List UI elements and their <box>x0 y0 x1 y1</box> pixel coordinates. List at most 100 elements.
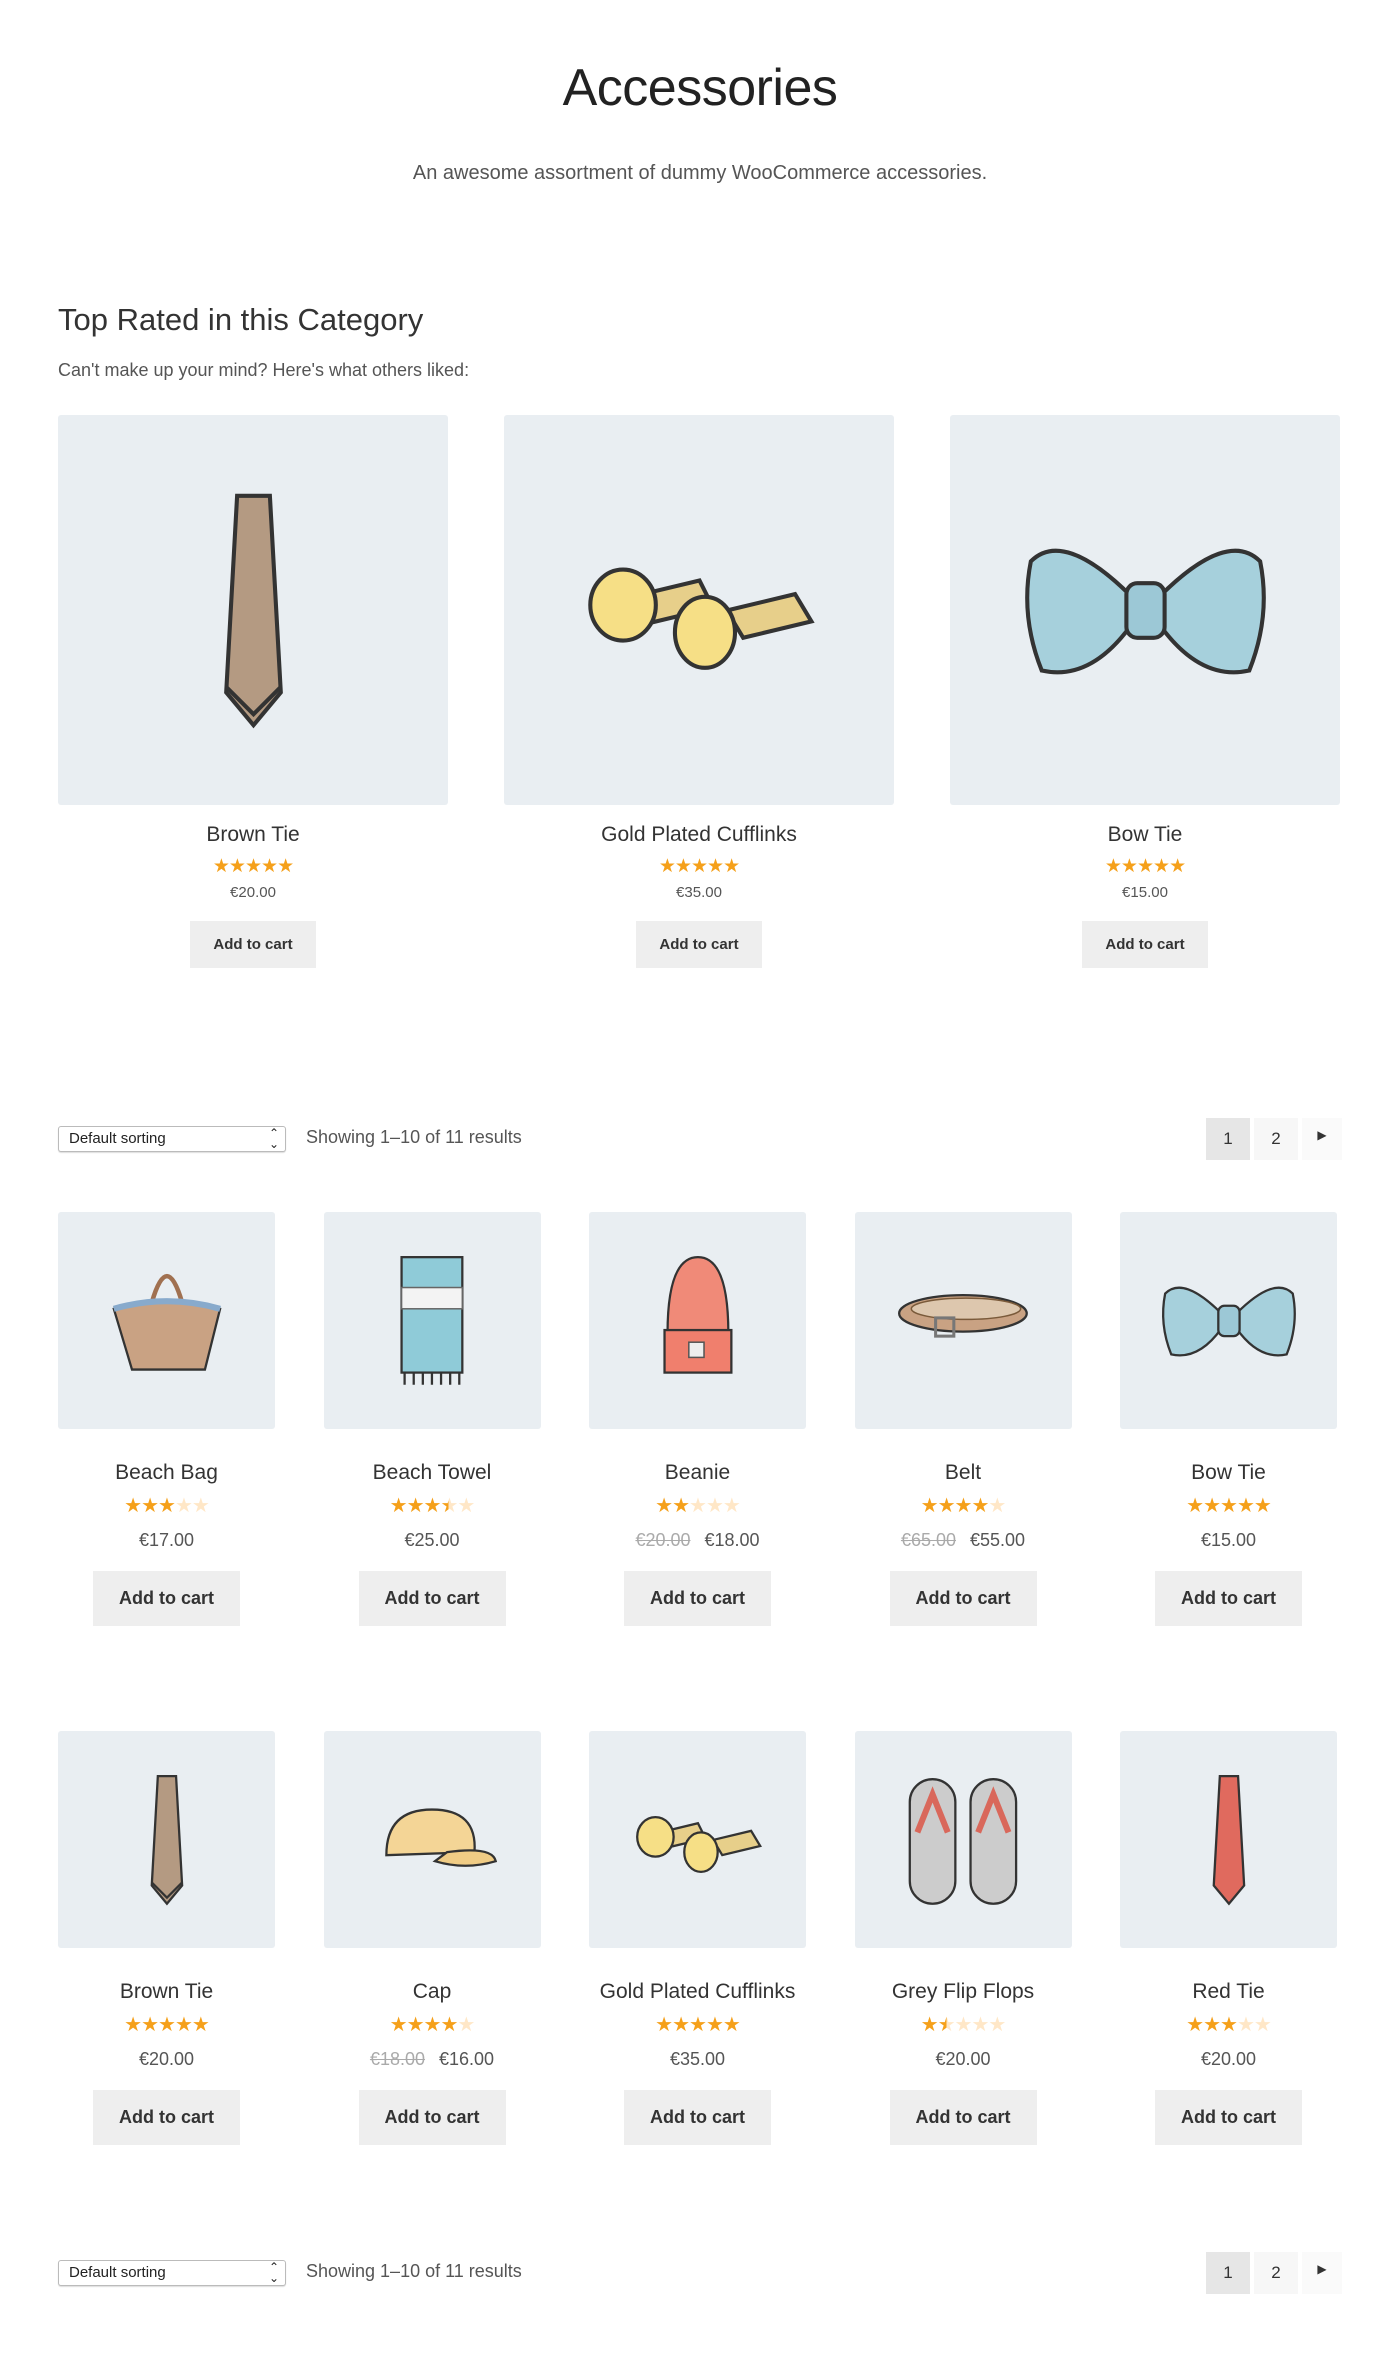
star-icon: ★ <box>124 2014 142 2036</box>
star-icon: ★ <box>655 2014 673 2036</box>
star-icon: ★ <box>423 1495 442 1517</box>
add-to-cart-button[interactable]: Add to cart <box>1082 921 1208 968</box>
star-icon: ★ <box>971 1495 989 1517</box>
product-image[interactable] <box>58 415 448 805</box>
product-image[interactable] <box>58 1212 275 1429</box>
star-icon: ★ <box>988 1495 1006 1517</box>
star-icon: ★ <box>440 1495 458 1517</box>
product-image[interactable] <box>504 415 894 805</box>
add-to-cart-button[interactable]: Add to cart <box>190 921 316 968</box>
caret-right-icon[interactable]: ▶ <box>1302 2252 1342 2294</box>
product-name[interactable]: Brown Tie <box>58 823 448 847</box>
star-icon: ★ <box>440 2014 458 2036</box>
star-icon: ★ <box>690 856 708 877</box>
product-name[interactable]: Bow Tie <box>950 823 1340 847</box>
product-image[interactable] <box>58 1731 275 1948</box>
product-image[interactable] <box>1120 1731 1337 1948</box>
star-icon: ★ <box>937 2014 956 2036</box>
star-rating: ★ ★ ★ ★ ★ <box>213 855 294 878</box>
star-rating: ★ ★ ★ ★ ★ <box>390 1493 476 1518</box>
product-price: €20.00 <box>58 2049 275 2070</box>
product-image[interactable] <box>854 1212 1072 1429</box>
star-icon: ★ <box>141 2014 159 2036</box>
star-rating: ★ ★ ★ ★ ★ <box>1105 855 1186 878</box>
star-icon: ★ <box>658 856 676 877</box>
star-icon: ★ <box>1120 856 1138 877</box>
product-name[interactable]: Cap <box>324 1980 541 2004</box>
add-to-cart-button[interactable]: Add to cart <box>624 2090 771 2145</box>
add-to-cart-button[interactable]: Add to cart <box>1155 1571 1302 1626</box>
add-to-cart-button[interactable]: Add to cart <box>358 1571 506 1626</box>
add-to-cart-button[interactable]: Add to cart <box>93 1571 240 1626</box>
page-2[interactable]: 2 <box>1254 1118 1298 1160</box>
product-name[interactable]: Belt <box>855 1461 1072 1485</box>
product-card: Gold Plated Cufflinks ★ ★ ★ ★ ★ €35.00 Add t… <box>589 1731 806 2145</box>
star-icon: ★ <box>158 1495 176 1517</box>
product-card: Gold Plated Cufflinks ★ ★ ★ ★ ★ €35.00 Add t… <box>504 415 894 968</box>
star-rating: ★ ★ ★ ★ ★ <box>1186 2012 1272 2037</box>
star-icon: ★ <box>705 2014 724 2036</box>
sale-price: €55.00 <box>970 1530 1026 1550</box>
product-name[interactable]: Red Tie <box>1120 1980 1337 2004</box>
star-icon: ★ <box>988 2014 1006 2036</box>
sale-price: €16.00 <box>439 2049 495 2069</box>
star-icon: ★ <box>920 1495 939 1517</box>
star-rating: ★ ★ ★ ★ ★ <box>920 1493 1007 1518</box>
star-icon: ★ <box>937 1495 956 1517</box>
star-icon: ★ <box>191 1495 210 1517</box>
product-name[interactable]: Gold Plated Cufflinks <box>589 1980 806 2004</box>
add-to-cart-button[interactable]: Add to cart <box>636 921 762 968</box>
product-name[interactable]: Beach Towel <box>324 1461 541 1485</box>
product-image[interactable] <box>1120 1212 1337 1429</box>
cufflinks-image <box>563 474 836 747</box>
product-card: Cap ★ ★ ★ ★ ★ €18.00 €16.00 Add to cart <box>323 1731 541 2145</box>
red-tie-image <box>1153 1764 1305 1916</box>
product-name[interactable]: Gold Plated Cufflinks <box>504 823 894 847</box>
pagination-bottom: 1 2 ▶ <box>1206 2252 1342 2294</box>
beanie-image <box>622 1245 774 1397</box>
bow-tie-image <box>1153 1245 1305 1397</box>
product-name[interactable]: Bow Tie <box>1120 1461 1337 1485</box>
add-to-cart-button[interactable]: Add to cart <box>358 2090 506 2145</box>
product-image[interactable] <box>589 1731 806 1948</box>
star-icon: ★ <box>261 856 278 877</box>
add-to-cart-button[interactable]: Add to cart <box>624 1571 771 1626</box>
add-to-cart-button[interactable]: Add to cart <box>889 1571 1037 1626</box>
sale-price: €17.00 <box>138 1530 195 1550</box>
caret-right-icon[interactable]: ▶ <box>1302 1118 1342 1160</box>
product-price: €18.00 €16.00 <box>324 2049 541 2070</box>
star-icon: ★ <box>672 2014 690 2036</box>
product-name[interactable]: Beanie <box>589 1461 806 1485</box>
cufflinks-image <box>622 1764 774 1916</box>
page-1[interactable]: 1 <box>1206 2252 1250 2294</box>
page-1[interactable]: 1 <box>1206 1118 1250 1160</box>
belt-image <box>887 1245 1039 1397</box>
product-price: €15.00 <box>1120 1530 1337 1551</box>
star-icon: ★ <box>954 1495 973 1517</box>
star-icon: ★ <box>244 856 262 877</box>
product-image[interactable] <box>323 1731 541 1948</box>
add-to-cart-button[interactable]: Add to cart <box>93 2090 240 2145</box>
product-name[interactable]: Grey Flip Flops <box>855 1980 1072 2004</box>
product-name[interactable]: Brown Tie <box>58 1980 275 2004</box>
product-image[interactable] <box>854 1731 1072 1948</box>
add-to-cart-button[interactable]: Add to cart <box>889 2090 1037 2145</box>
product-name[interactable]: Beach Bag <box>58 1461 275 1485</box>
product-card: Brown Tie ★ ★ ★ ★ ★ €20.00 Add to cart <box>58 415 448 968</box>
sorting-select-bottom[interactable]: Default sorting ⌃ ⌄ <box>58 2260 286 2286</box>
add-to-cart-button[interactable]: Add to cart <box>1155 2090 1302 2145</box>
star-icon: ★ <box>722 1495 741 1517</box>
product-image[interactable] <box>950 415 1340 805</box>
product-card: Beach Towel ★ ★ ★ ★ ★ €25.00 Add to cart <box>323 1212 541 1626</box>
product-image[interactable] <box>323 1212 541 1429</box>
product-image[interactable] <box>589 1212 806 1429</box>
sale-price: €35.00 <box>676 884 722 901</box>
star-icon: ★ <box>672 1495 690 1517</box>
star-icon: ★ <box>920 2014 939 2036</box>
product-card: Bow Tie ★ ★ ★ ★ ★ €15.00 Add to cart <box>1120 1212 1337 1626</box>
sorting-select[interactable]: Default sorting ⌃ ⌄ <box>58 1126 286 1152</box>
page-2[interactable]: 2 <box>1254 2252 1298 2294</box>
product-card: Belt ★ ★ ★ ★ ★ €65.00 €55.00 Add to cart <box>854 1212 1072 1626</box>
product-card: Brown Tie ★ ★ ★ ★ ★ €20.00 Add to cart <box>58 1731 275 2145</box>
sale-price: €20.00 <box>1200 2049 1257 2069</box>
